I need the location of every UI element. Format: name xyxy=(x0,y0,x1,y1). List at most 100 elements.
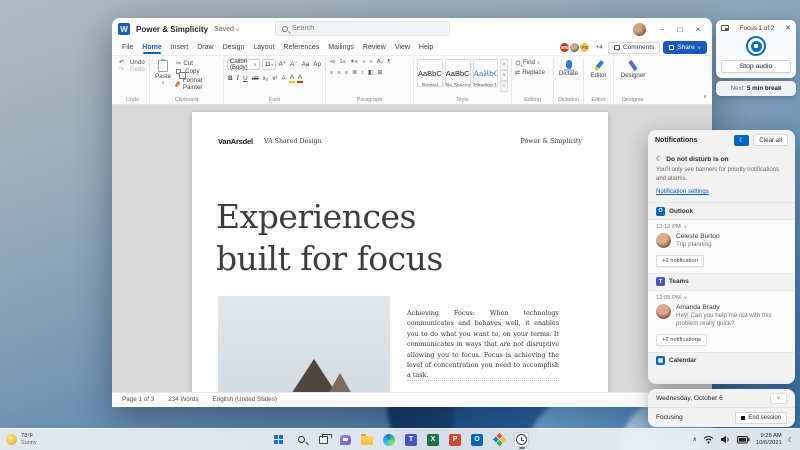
style-gallery-up[interactable]: ∧ xyxy=(500,59,508,70)
collapse-calendar-button[interactable]: ∨ xyxy=(770,392,787,404)
group-header-outlook[interactable]: O Outlook xyxy=(648,203,795,219)
document-image[interactable] xyxy=(218,296,390,392)
edge-button[interactable] xyxy=(382,432,397,447)
notification-card-teams[interactable]: 12:05 PM ∨ Amanda Brady Hey! Can you help… xyxy=(648,289,795,353)
photos-button[interactable] xyxy=(492,432,507,447)
tab-home[interactable]: Home xyxy=(142,44,162,54)
style-gallery-down[interactable]: ∨ xyxy=(500,70,508,81)
search-input[interactable] xyxy=(292,25,432,32)
increase-indent-icon[interactable]: » xyxy=(369,59,374,65)
chat-button[interactable] xyxy=(338,432,353,447)
file-explorer-button[interactable] xyxy=(360,432,375,447)
body-paragraph[interactable]: Achieving Focus: When technology communi… xyxy=(407,308,559,381)
stop-audio-button[interactable]: Stop audio xyxy=(721,60,791,73)
language-indicator[interactable]: English (United States) xyxy=(213,396,277,403)
show-formatting-icon[interactable]: ¶ xyxy=(387,59,392,65)
start-button[interactable] xyxy=(272,432,287,447)
bullet-list-icon[interactable]: •≡ xyxy=(329,59,336,65)
sort-icon[interactable]: A↓ xyxy=(376,59,385,65)
font-size-select[interactable]: 11 ∨ xyxy=(261,59,276,70)
format-painter-button[interactable]: Format Painter xyxy=(174,77,220,91)
document-page[interactable]: VanArsdel VA Shared Design Power & Simpl… xyxy=(192,112,608,392)
style-no-spacing[interactable]: AaBbCc No Spacing xyxy=(444,59,471,87)
copy-button[interactable]: Copy xyxy=(176,68,220,79)
word-app-icon[interactable]: W xyxy=(118,23,130,35)
editor-button[interactable]: Editor xyxy=(587,60,610,79)
notification-time[interactable]: 12:12 PM ∨ xyxy=(656,224,787,230)
cut-button[interactable]: ✂ Cut xyxy=(176,60,220,67)
tray-clock[interactable]: 9:28 AM 10/6/2021 xyxy=(756,433,782,447)
tray-chevron-icon[interactable]: ∧ xyxy=(693,436,697,443)
bold-button[interactable]: B xyxy=(227,75,234,82)
vanarsdel-logo[interactable]: VanArsdel xyxy=(218,137,253,146)
tab-view[interactable]: View xyxy=(395,44,410,51)
tab-help[interactable]: Help xyxy=(419,44,433,51)
weather-widget[interactable]: 78°F Sunny xyxy=(6,433,37,446)
collaborator-avatar[interactable]: FS xyxy=(579,42,591,53)
font-family-select[interactable]: Calibri (Body) ∨ xyxy=(227,59,260,71)
shrink-font-button[interactable]: A⁻ xyxy=(289,61,299,68)
redo-button[interactable]: ↷ Redo xyxy=(119,66,146,73)
dnd-tray-icon[interactable]: ☾ xyxy=(788,436,794,444)
comments-button[interactable]: Comments xyxy=(607,41,661,54)
document-heading[interactable]: Experiences built for focus xyxy=(216,196,443,280)
notification-card-outlook[interactable]: 12:12 PM ∨ Celeste Burton Trip planning +… xyxy=(648,219,795,274)
undo-button[interactable]: ↶ Undo xyxy=(119,59,146,66)
picture-in-picture-icon[interactable] xyxy=(721,25,729,31)
date-label[interactable]: Wednesday, October 6 xyxy=(656,395,770,402)
subscript-button[interactable]: x₂ xyxy=(262,75,270,82)
teams-button[interactable]: T xyxy=(404,432,419,447)
find-button[interactable]: Find ∨ xyxy=(515,59,550,66)
align-left-icon[interactable]: ≡ xyxy=(329,70,334,76)
group-header-calendar[interactable]: ▦ Calendar xyxy=(648,353,795,369)
wifi-icon[interactable] xyxy=(703,435,714,444)
italic-button[interactable]: I xyxy=(236,75,241,82)
designer-button[interactable]: Designer xyxy=(617,59,649,79)
end-session-button[interactable]: End session xyxy=(735,411,787,424)
collapse-ribbon-chevron[interactable]: ∨ xyxy=(703,94,707,100)
style-heading1[interactable]: AaBbCc Heading 1 xyxy=(472,59,499,87)
notification-settings-link[interactable]: Notification settings xyxy=(656,188,709,195)
strikethrough-button[interactable]: ab xyxy=(251,75,260,82)
minimize-button[interactable]: – xyxy=(654,22,670,36)
do-not-disturb-toggle[interactable]: ☾ xyxy=(734,134,750,146)
header-right-text[interactable]: Power & Simplicity xyxy=(521,138,583,145)
battery-icon[interactable] xyxy=(736,435,750,444)
collaborator-avatar[interactable]: MW xyxy=(559,42,571,53)
superscript-button[interactable]: x² xyxy=(271,75,278,82)
justify-icon[interactable]: ≣ xyxy=(351,70,358,76)
collaborator-overflow[interactable]: +4 xyxy=(595,44,602,51)
tab-insert[interactable]: Insert xyxy=(171,44,189,51)
tab-review[interactable]: Review xyxy=(363,44,386,51)
clear-all-button[interactable]: Clear all xyxy=(753,134,788,146)
style-gallery-more[interactable]: ≡ xyxy=(500,81,508,92)
save-status[interactable]: Saved ∨ xyxy=(214,26,239,33)
group-header-teams[interactable]: T Teams xyxy=(648,274,795,290)
clock-app-button[interactable] xyxy=(513,432,529,449)
more-notifications-pill[interactable]: +1 notification xyxy=(656,254,704,267)
outlook-button[interactable]: O xyxy=(470,432,485,447)
close-button[interactable]: × xyxy=(690,22,706,36)
page-indicator[interactable]: Page 1 of 3 xyxy=(122,396,154,403)
dictate-button[interactable]: Dictate xyxy=(557,60,580,77)
search-box[interactable] xyxy=(275,21,450,36)
underline-button[interactable]: U xyxy=(242,75,249,82)
font-color-button[interactable]: A xyxy=(296,74,304,83)
word-count[interactable]: 234 Words xyxy=(168,396,198,403)
tab-design[interactable]: Design xyxy=(223,44,245,51)
style-normal[interactable]: AaBbCc Normal xyxy=(417,59,443,87)
tab-layout[interactable]: Layout xyxy=(253,44,274,51)
change-case-button[interactable]: Aa xyxy=(301,61,311,68)
grow-font-button[interactable]: A⁺ xyxy=(278,61,288,68)
replace-button[interactable]: ⇄ Replace xyxy=(515,69,550,76)
highlight-color-button[interactable]: A xyxy=(288,74,295,83)
tab-references[interactable]: References xyxy=(283,44,319,51)
borders-icon[interactable]: ⊞ xyxy=(376,70,383,76)
tab-mailings[interactable]: Mailings xyxy=(328,44,354,51)
volume-icon[interactable] xyxy=(720,435,731,444)
tab-file[interactable]: File xyxy=(122,44,133,51)
numbered-list-icon[interactable]: 1≡ xyxy=(338,59,347,65)
share-button[interactable]: Share ∨ xyxy=(663,41,707,54)
collaborator-avatar[interactable] xyxy=(569,42,581,53)
multilevel-list-icon[interactable]: ∗≡ xyxy=(349,59,359,65)
